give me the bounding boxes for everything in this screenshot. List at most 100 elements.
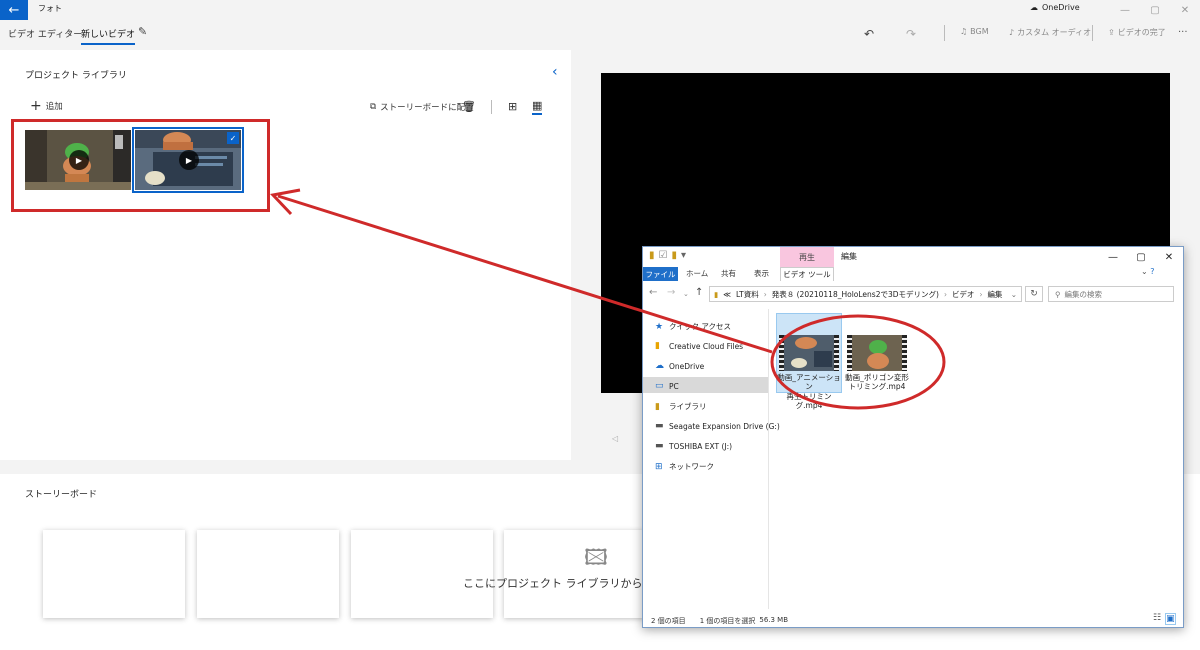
preview-prev-icon[interactable]: ◁ xyxy=(612,434,618,443)
star-icon: ★ xyxy=(655,321,664,332)
address-bar[interactable]: ▮ ≪ LT資料 › 発表８ (20210118_HoloLens2で3Dモデリン… xyxy=(709,286,1022,302)
place-label: ストーリーボードに配置 xyxy=(380,103,474,113)
search-placeholder: 編集の検索 xyxy=(1064,289,1103,299)
large-icons-view-icon[interactable]: ▣ xyxy=(1165,613,1176,625)
file-item[interactable]: 動画_ポリゴン変形 トリミング.mp4 xyxy=(845,335,909,392)
custom-audio-label: カスタム オーディオ xyxy=(1017,28,1092,37)
nav-label: クイック アクセス xyxy=(669,322,732,331)
export-icon: ⇪ xyxy=(1108,28,1115,37)
nav-label: Creative Cloud Files xyxy=(669,341,744,351)
nav-item-toshiba[interactable]: ▬ TOSHIBA EXT (J:) xyxy=(655,441,732,451)
path-segment[interactable]: 編集 xyxy=(987,289,1002,300)
nav-up-icon[interactable]: ↑ xyxy=(695,287,703,298)
file-explorer-window: ▮ ☑ ▮ ▾ 再生 編集 — ▢ ✕ ファイル ホーム 共有 表示 ビデオ ツール … xyxy=(642,246,1184,628)
onedrive-label: OneDrive xyxy=(1042,3,1080,12)
storyboard-slot[interactable] xyxy=(351,530,493,618)
nav-back-icon[interactable]: ← xyxy=(649,287,657,298)
path-segment[interactable]: ビデオ xyxy=(952,289,975,300)
chevron-down-icon[interactable]: ⌄ xyxy=(1011,290,1017,299)
rename-pencil-icon[interactable]: ✎ xyxy=(138,25,147,38)
delete-icon[interactable]: 🗑 xyxy=(462,100,476,113)
nav-forward-icon[interactable]: → xyxy=(667,287,675,298)
maximize-button[interactable]: ▢ xyxy=(1140,0,1170,20)
image-placeholder-icon: 🖾 xyxy=(584,546,608,571)
nav-item-creative-cloud[interactable]: ▮ Creative Cloud Files xyxy=(655,341,743,351)
network-icon: ⊞ xyxy=(655,461,663,472)
navigation-pane xyxy=(643,309,769,609)
toolbar-divider xyxy=(944,25,945,41)
onedrive-status[interactable]: ☁ OneDrive xyxy=(1030,3,1080,12)
collapse-chevron-icon[interactable]: ‹ xyxy=(552,64,558,80)
details-view-icon[interactable]: ☷ xyxy=(1153,613,1161,625)
undo-icon[interactable]: ↶ xyxy=(864,27,874,41)
storyboard-drop-area[interactable] xyxy=(504,530,644,618)
ribbon-tab-home[interactable]: ホーム xyxy=(686,268,708,279)
explorer-minimize-button[interactable]: — xyxy=(1099,247,1127,267)
cloud-icon: ☁ xyxy=(655,361,664,371)
nav-item-pc[interactable]: ▭ PC xyxy=(655,381,679,391)
status-bar: 2 個の項目 1 個の項目を選択 56.3 MB xyxy=(651,616,788,626)
explorer-close-button[interactable]: ✕ xyxy=(1155,247,1183,267)
drive-icon: ▬ xyxy=(655,421,664,431)
storyboard-slot[interactable] xyxy=(43,530,185,618)
monitor-icon: ▭ xyxy=(655,381,664,391)
file-name: トリミング.mp4 xyxy=(848,382,906,392)
breadcrumb-new-video[interactable]: 新しいビデオ xyxy=(81,27,136,45)
recent-locations-icon[interactable]: ⌄ xyxy=(683,290,689,298)
nav-item-network[interactable]: ⊞ ネットワーク xyxy=(655,461,714,472)
add-button[interactable]: + 追加 xyxy=(30,99,63,113)
video-file-thumbnail xyxy=(779,335,839,371)
help-icon: ? xyxy=(1150,267,1155,276)
properties-icon: ☑ xyxy=(658,250,668,261)
explorer-maximize-button[interactable]: ▢ xyxy=(1127,247,1155,267)
file-name: 再生トリミング.mp4 xyxy=(786,391,832,411)
ribbon-tab-video-tools[interactable]: ビデオ ツール xyxy=(780,267,834,281)
custom-audio-button[interactable]: ♪ カスタム オーディオ xyxy=(1009,27,1091,38)
chevron-right-icon: › xyxy=(68,26,72,37)
minimize-button[interactable]: — xyxy=(1110,0,1140,20)
finish-video-button[interactable]: ⇪ ビデオの完了 xyxy=(1108,27,1166,38)
explorer-title: 編集 xyxy=(841,252,857,261)
nav-item-quick-access[interactable]: ★ クイック アクセス xyxy=(655,321,731,332)
audio-icon: ♪ xyxy=(1009,28,1015,37)
view-toggle[interactable]: ☷ ▣ xyxy=(1153,613,1176,625)
nav-label: OneDrive xyxy=(669,361,705,371)
annotation-highlight-box xyxy=(11,119,270,212)
large-grid-view-icon[interactable]: ⊞ xyxy=(508,100,517,113)
storyboard-title: ストーリーボード xyxy=(25,490,98,500)
nav-item-library[interactable]: ▮ ライブラリ xyxy=(655,401,707,412)
search-input[interactable]: ⚲ 編集の検索 xyxy=(1048,286,1174,302)
context-tab-group: 再生 xyxy=(780,247,834,267)
title-bar xyxy=(0,0,1200,20)
path-overflow[interactable]: ≪ xyxy=(723,290,731,299)
storyboard-place-icon: ⧉ xyxy=(370,102,377,112)
nav-item-onedrive[interactable]: ☁ OneDrive xyxy=(655,361,704,371)
small-grid-view-icon[interactable]: ▦ xyxy=(532,99,543,115)
close-button[interactable]: ✕ xyxy=(1170,0,1200,20)
back-button[interactable]: ← xyxy=(0,0,28,20)
path-segment[interactable]: 発表８ (20210118_HoloLens2で3Dモデリング) xyxy=(772,289,939,300)
library-title: プロジェクト ライブラリ xyxy=(25,71,127,81)
ribbon-tab-file[interactable]: ファイル xyxy=(643,267,678,281)
toolbar-divider xyxy=(491,100,492,114)
bgm-button[interactable]: ♫ BGM xyxy=(960,27,989,36)
nav-label: ネットワーク xyxy=(669,462,714,471)
nav-item-seagate[interactable]: ▬ Seagate Expansion Drive (G:) xyxy=(655,421,780,431)
ribbon-tab-view[interactable]: 表示 xyxy=(754,268,769,279)
nav-label: ライブラリ xyxy=(669,402,707,411)
place-in-storyboard-button[interactable]: ⧉ ストーリーボードに配置 xyxy=(370,101,474,113)
quick-access-toolbar[interactable]: ▮ ☑ ▮ ▾ xyxy=(649,250,686,261)
redo-icon[interactable]: ↷ xyxy=(906,27,916,41)
ribbon-expand-help[interactable]: ⌄ ? xyxy=(1141,267,1155,276)
more-options-icon[interactable]: ··· xyxy=(1178,27,1188,38)
file-item[interactable]: 動画_アニメーション 再生トリミング.mp4 xyxy=(777,335,841,411)
storyboard-slot[interactable] xyxy=(197,530,339,618)
refresh-icon[interactable]: ↻ xyxy=(1025,286,1043,302)
path-segment[interactable]: LT資料 xyxy=(736,289,759,300)
nav-label: Seagate Expansion Drive (G:) xyxy=(669,421,780,431)
folder-icon: ▮ xyxy=(714,289,719,299)
ribbon-tab-share[interactable]: 共有 xyxy=(721,268,736,279)
file-name: 動画_アニメーション xyxy=(777,373,841,392)
video-file-thumbnail xyxy=(847,335,907,371)
cloud-icon: ☁ xyxy=(1030,3,1038,12)
